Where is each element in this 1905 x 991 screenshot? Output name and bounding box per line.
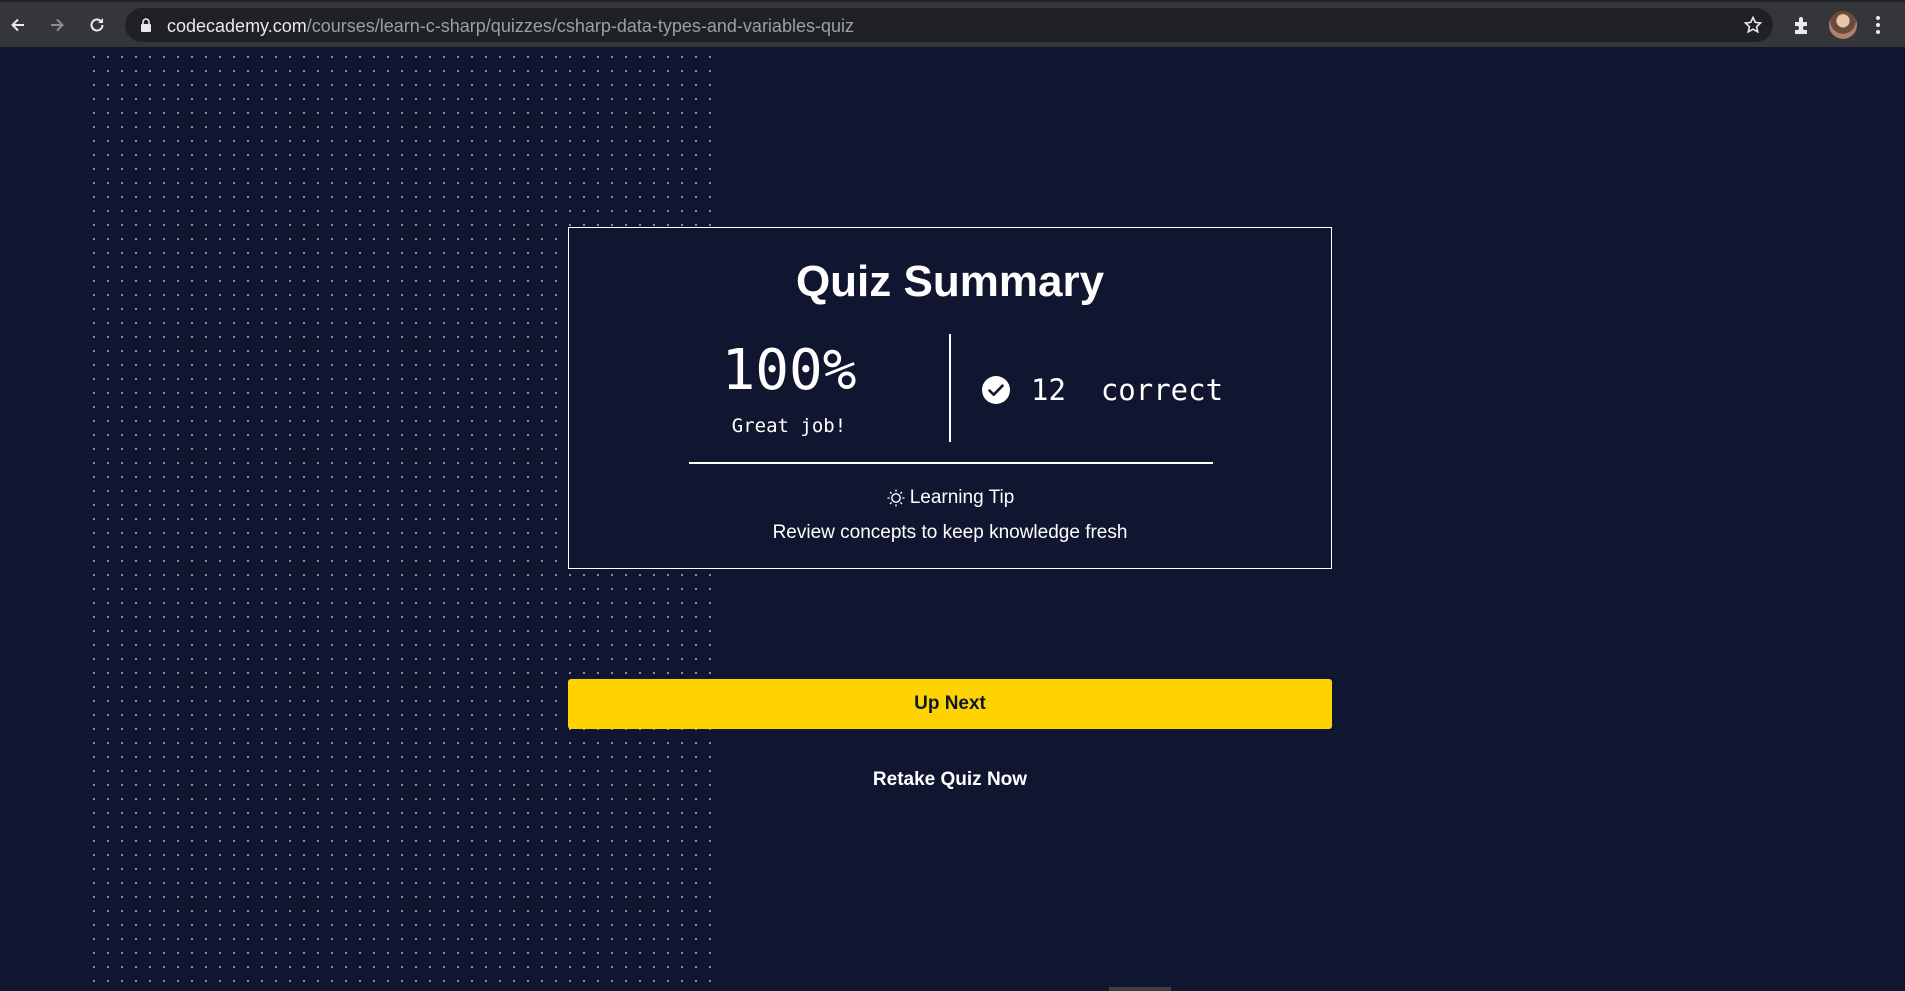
check-circle-icon: [982, 376, 1010, 404]
url-path: /courses/learn-c-sharp/quizzes/csharp-da…: [306, 16, 854, 36]
scroll-indicator: [1109, 987, 1171, 991]
avatar[interactable]: [1829, 11, 1857, 39]
up-next-button[interactable]: Up Next: [568, 679, 1332, 729]
quiz-summary-page: Quiz Summary 100% Great job! 12 correct …: [0, 47, 1905, 991]
retake-quiz-link[interactable]: Retake Quiz Now: [568, 768, 1332, 792]
back-icon: [11, 18, 24, 32]
correct-count: 12 correct: [1031, 373, 1224, 407]
url-text: codecademy.com/courses/learn-c-sharp/qui…: [167, 16, 854, 36]
address-bar[interactable]: codecademy.com/courses/learn-c-sharp/qui…: [125, 8, 1773, 42]
menu-icon[interactable]: [1875, 14, 1881, 36]
score-message: Great job!: [731, 415, 847, 437]
reload-button[interactable]: [82, 10, 112, 40]
forward-button[interactable]: [42, 10, 72, 40]
summary-title: Quiz Summary: [795, 257, 1105, 306]
star-icon[interactable]: [1743, 15, 1763, 35]
back-button[interactable]: [3, 10, 33, 40]
vertical-divider: [949, 334, 951, 442]
extensions-icon[interactable]: [1791, 14, 1813, 36]
lightbulb-icon: [887, 489, 905, 507]
learning-tip-label: Learning Tip: [909, 487, 1015, 508]
lock-icon: [141, 18, 151, 32]
correct-count-block: 12 correct: [981, 373, 1223, 407]
learning-tip-heading: Learning Tip: [569, 486, 1331, 510]
forward-icon: [51, 18, 64, 32]
score-percent: 100%: [721, 338, 857, 403]
url-domain: codecademy.com: [167, 16, 307, 36]
horizontal-divider: [689, 462, 1213, 464]
browser-toolbar: codecademy.com/courses/learn-c-sharp/qui…: [0, 0, 1905, 47]
reload-icon: [90, 18, 104, 32]
score-block: 100% Great job!: [689, 338, 889, 438]
quiz-summary-card: Quiz Summary 100% Great job! 12 correct …: [568, 227, 1332, 569]
learning-tip-text: Review concepts to keep knowledge fresh: [772, 522, 1128, 543]
